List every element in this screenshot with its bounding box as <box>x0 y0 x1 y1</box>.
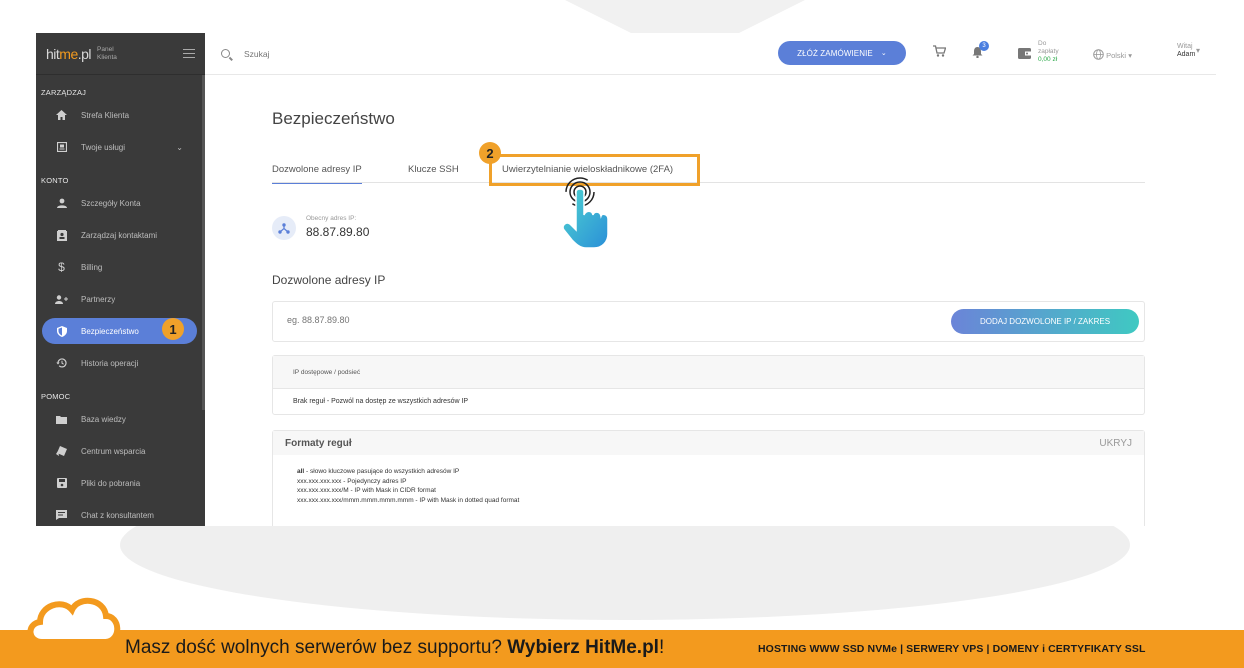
sidebar-item-chat[interactable]: Chat z konsultantem <box>36 499 205 526</box>
sidebar-item-label: Partnerzy <box>81 294 116 304</box>
rule-line: xxx.xxx.xxx.xxx/M - IP with Mask in CIDR… <box>297 487 436 494</box>
table-row: Brak reguł - Pozwól na dostęp ze wszystk… <box>293 398 469 405</box>
sidebar-item-label: Chat z konsultantem <box>81 510 154 520</box>
sidebar-item-client-zone[interactable]: Strefa Klienta <box>36 99 205 131</box>
sidebar-section-account: KONTO <box>41 176 69 185</box>
sidebar-item-label: Zarządzaj kontaktami <box>81 230 158 240</box>
chevron-down-icon[interactable]: ▾ <box>1196 46 1200 55</box>
add-ip-card: DODAJ DOZWOLONE IP / ZAKRES <box>272 301 1145 342</box>
sidebar-item-label: Pliki do pobrania <box>81 478 141 488</box>
tab-ssh-keys[interactable]: Klucze SSH <box>408 164 459 175</box>
chevron-down-icon: ⌄ <box>880 50 887 57</box>
sidebar-item-contacts[interactable]: Zarządzaj kontaktami <box>36 219 205 251</box>
rule-line: xxx.xxx.xxx.xxx - Pojedynczy adres IP <box>297 477 407 485</box>
dollar-icon: $ <box>58 260 65 274</box>
user-menu[interactable]: Witaj Adam <box>1177 43 1195 59</box>
tab-allowed-ip[interactable]: Dozwolone adresy IP <box>272 164 362 184</box>
partners-icon <box>55 293 68 306</box>
add-allowed-ip-button[interactable]: DODAJ DOZWOLONE IP / ZAKRES <box>951 309 1139 334</box>
topbar: ZŁÓŻ ZAMÓWIENIE ⌄ 3 Do zapłaty 0,00 zł P… <box>205 33 1216 75</box>
sidebar-item-label: Bezpieczeństwo <box>81 326 139 336</box>
sidebar-item-support-center[interactable]: Centrum wsparcia <box>36 435 205 467</box>
sidebar-item-history[interactable]: Historia operacji <box>36 347 205 379</box>
app-window: hitme.pl Panel Klienta ZARZĄDZAJ Strefa … <box>36 33 1216 526</box>
sidebar-item-partners[interactable]: Partnerzy <box>36 283 205 315</box>
rule-formats-header: Formaty reguł UKRYJ <box>273 431 1144 455</box>
sidebar-section-help: POMOC <box>41 392 71 401</box>
sidebar-scrollbar[interactable] <box>202 75 205 410</box>
hide-button[interactable]: UKRYJ <box>1099 438 1132 449</box>
rule-line: all - słowo kluczowe pasujące do wszystk… <box>297 468 460 475</box>
chat-icon <box>55 509 68 522</box>
cart-icon[interactable] <box>933 45 947 60</box>
sidebar-item-label: Strefa Klienta <box>81 110 130 120</box>
rule-formats-list: all - słowo kluczowe pasujące do wszystk… <box>273 455 1144 505</box>
support-icon <box>55 445 68 458</box>
folder-icon <box>55 413 68 426</box>
payment-due[interactable]: Do zapłaty 0,00 zł <box>1038 40 1059 64</box>
history-icon <box>55 357 68 370</box>
sidebar-item-label: Billing <box>81 262 103 272</box>
sidebar-item-knowledge-base[interactable]: Baza wiedzy <box>36 403 205 435</box>
wallet-icon[interactable] <box>1018 47 1031 62</box>
chevron-down-icon: ⌄ <box>176 142 183 152</box>
current-ip-value: 88.87.89.80 <box>306 225 370 239</box>
services-list: HOSTING WWW SSD NVMe | SERWERY VPS | DOM… <box>758 643 1146 655</box>
sidebar-header: hitme.pl Panel Klienta <box>36 33 205 75</box>
allowed-ip-heading: Dozwolone adresy IP <box>272 273 386 287</box>
menu-icon[interactable] <box>183 49 195 58</box>
network-icon <box>272 216 296 240</box>
notification-badge: 3 <box>979 41 989 51</box>
contacts-icon <box>55 229 68 242</box>
sidebar-item-label: Szczegóły Konta <box>81 198 141 208</box>
home-icon <box>55 109 68 122</box>
user-name: Adam <box>1177 51 1196 58</box>
ip-table: IP dostępowe / podsieć Brak reguł - Pozw… <box>272 355 1145 415</box>
order-button[interactable]: ZŁÓŻ ZAMÓWIENIE ⌄ <box>778 41 906 65</box>
language-selector[interactable]: Polski ▾ <box>1093 49 1132 60</box>
save-icon <box>55 477 68 490</box>
tabs-divider <box>272 182 1145 183</box>
sidebar-item-services[interactable]: Twoje usługi ⌄ <box>36 131 205 163</box>
shield-icon <box>55 325 68 338</box>
payment-amount: 0,00 zł <box>1038 56 1058 63</box>
cloud-logo-icon <box>24 592 124 652</box>
ip-input[interactable] <box>287 315 587 325</box>
chevron-down-icon: ▾ <box>1128 51 1132 60</box>
sidebar-item-label: Historia operacji <box>81 358 139 368</box>
sidebar-item-billing[interactable]: $ Billing <box>36 251 205 283</box>
table-header: IP dostępowe / podsieć <box>273 356 1144 389</box>
current-ip-label: Obecny adres IP: <box>306 215 357 222</box>
sidebar-section-manage: ZARZĄDZAJ <box>41 88 87 97</box>
logo-subtitle: Panel Klienta <box>97 45 117 61</box>
sidebar-item-label: Baza wiedzy <box>81 414 126 424</box>
search-icon[interactable] <box>221 49 230 58</box>
services-icon <box>55 141 68 154</box>
promo-brand[interactable]: Wybierz HitMe.pl <box>507 637 659 658</box>
sidebar: hitme.pl Panel Klienta ZARZĄDZAJ Strefa … <box>36 33 205 526</box>
logo[interactable]: hitme.pl <box>46 46 92 62</box>
sidebar-item-account-details[interactable]: Szczegóły Konta <box>36 187 205 219</box>
rule-formats-panel: Formaty reguł UKRYJ all - słowo kluczowe… <box>272 430 1145 526</box>
globe-icon <box>1093 49 1106 60</box>
pointer-hand-icon <box>558 170 618 257</box>
sidebar-item-downloads[interactable]: Pliki do pobrania <box>36 467 205 499</box>
rule-formats-title: Formaty reguł <box>285 437 352 449</box>
search-input[interactable] <box>244 48 444 59</box>
sidebar-item-label: Centrum wsparcia <box>81 446 146 456</box>
sidebar-item-label: Twoje usługi <box>81 142 126 152</box>
rule-line: xxx.xxx.xxx.xxx/mmm.mmm.mmm.mmm - IP wit… <box>297 496 520 504</box>
step-1-badge: 1 <box>162 318 184 340</box>
page-title: Bezpieczeństwo <box>272 109 395 128</box>
user-icon <box>55 197 68 210</box>
promo-text: Masz dość wolnych serwerów bez supportu?… <box>125 637 665 658</box>
step-2-badge: 2 <box>479 142 501 164</box>
